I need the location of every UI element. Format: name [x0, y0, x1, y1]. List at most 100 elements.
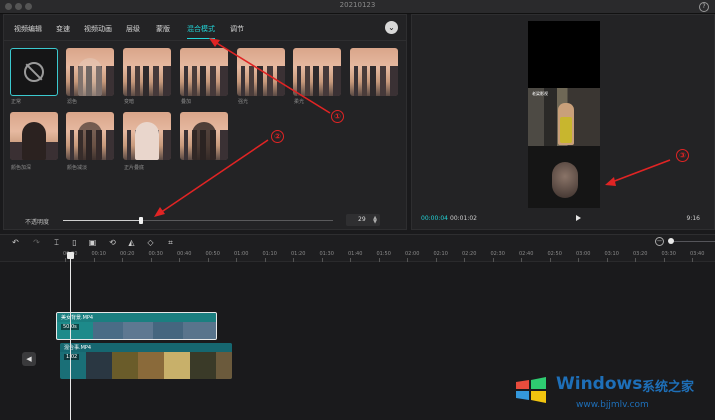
- watermark-brand-cn: 系统之家: [642, 380, 695, 395]
- ruler-tick: [236, 258, 237, 262]
- watermark-brand: Windows: [556, 374, 643, 394]
- window-title: 20210123: [339, 1, 376, 9]
- tab-layer[interactable]: 层级: [126, 24, 140, 34]
- windows-logo-icon: [516, 377, 546, 403]
- ruler-tick-label: 02:50: [547, 251, 562, 257]
- player-panel: 老梁影视 00:00:04 00:01:02 9:16: [411, 14, 715, 230]
- blend-softlight-tile[interactable]: [293, 48, 341, 96]
- undo-icon[interactable]: ↶: [11, 238, 20, 247]
- ruler-tick-label: 01:50: [376, 251, 391, 257]
- ruler-tick-label: 03:00: [576, 251, 591, 257]
- freeze-icon[interactable]: ▣: [88, 238, 97, 247]
- delete-icon[interactable]: ▯: [70, 238, 79, 247]
- player-canvas[interactable]: 老梁影视: [528, 21, 600, 208]
- watermark: Windows 系统之家 www.bjjmlv.com: [512, 370, 712, 416]
- blend-extra2-tile[interactable]: [180, 112, 228, 160]
- zoom-out-icon[interactable]: −: [655, 237, 664, 246]
- play-icon[interactable]: [576, 215, 581, 221]
- ruler-tick: [122, 258, 123, 262]
- mirror-icon[interactable]: ◭: [127, 238, 136, 247]
- ruler-tick-label: 03:30: [661, 251, 676, 257]
- blend-darken-tile[interactable]: [123, 48, 171, 96]
- annotation-marker-2: ②: [271, 130, 284, 143]
- ruler-tick-label: 02:00: [405, 251, 420, 257]
- video-person: [558, 103, 574, 145]
- blend-hardlight-label: 强光: [238, 99, 249, 105]
- opacity-stepper-icon[interactable]: ▲ ▼: [373, 216, 377, 225]
- blend-hardlight-tile[interactable]: [237, 48, 285, 96]
- ruler-tick: [264, 258, 266, 262]
- ruler-tick-label: 03:20: [633, 251, 648, 257]
- timeline-toolbar: ↶ ↷ ⌶ ▯ ▣ ⟲ ◭ ◇ ⌗: [0, 234, 715, 250]
- main-clip[interactable]: 混合事.MP4 1:02: [60, 343, 232, 379]
- clip-thumbnail: [153, 322, 183, 339]
- blend-screen-label: 滤色: [67, 99, 78, 105]
- split-icon[interactable]: ⌶: [52, 238, 61, 247]
- mute-track-icon[interactable]: ◀︎: [22, 352, 36, 366]
- reverse-icon[interactable]: ⟲: [108, 238, 117, 247]
- video-background-face: [552, 162, 578, 198]
- blend-screen-tile[interactable]: [66, 48, 114, 96]
- playhead[interactable]: [70, 252, 71, 420]
- zoom-slider-thumb[interactable]: [668, 238, 674, 244]
- help-icon[interactable]: ?: [699, 2, 709, 12]
- clip-thumbnail: [86, 352, 112, 379]
- tab-mask[interactable]: 蒙版: [156, 24, 170, 34]
- aspect-ratio-button[interactable]: 9:16: [687, 215, 700, 222]
- ruler-tick-label: 01:10: [262, 251, 277, 257]
- clip-thumbnail: [112, 352, 138, 379]
- blend-multiply-label: 正片叠底: [124, 165, 145, 171]
- blend-colorburn-tile[interactable]: [10, 112, 58, 160]
- overlay-clip[interactable]: 美女背景.MP4 50.0s: [56, 312, 217, 340]
- total-time: 00:01:02: [450, 215, 477, 222]
- clip-thumbnail: [183, 322, 216, 339]
- tab-video-edit[interactable]: 视频编辑: [14, 24, 42, 34]
- blend-multiply-tile[interactable]: [123, 112, 171, 160]
- blend-colordodge-tile[interactable]: [66, 112, 114, 160]
- playhead-handle[interactable]: [67, 252, 74, 259]
- crop-icon[interactable]: ⌗: [166, 238, 175, 247]
- ruler-tick: [521, 258, 522, 262]
- chevron-down-icon[interactable]: ⌄: [385, 21, 398, 34]
- ruler-tick: [578, 258, 579, 262]
- clip-thumbnail: [138, 352, 164, 379]
- ruler-tick-label: 01:20: [291, 251, 306, 257]
- opacity-slider-thumb[interactable]: [139, 217, 144, 224]
- ruler-tick: [606, 258, 608, 262]
- ruler-tick: [378, 258, 380, 262]
- ruler-tick: [549, 258, 551, 262]
- ruler-tick: [663, 258, 665, 262]
- overlay-clip-title: 美女背景.MP4: [61, 315, 94, 321]
- rotate-icon[interactable]: ◇: [146, 238, 155, 247]
- ruler-tick: [492, 258, 494, 262]
- ruler-tick: [464, 258, 465, 262]
- ruler-tick: [207, 258, 209, 262]
- redo-icon[interactable]: ↷: [32, 238, 41, 247]
- blend-normal-tile[interactable]: [10, 48, 58, 96]
- timeline-ruler[interactable]: 00:0000:1000:2000:3000:4000:5001:0001:10…: [0, 250, 715, 262]
- ruler-tick-label: 02:20: [462, 251, 477, 257]
- opacity-value: 29: [358, 216, 366, 223]
- ruler-tick-label: 01:40: [348, 251, 363, 257]
- clip-thumbnail: [190, 352, 216, 379]
- ruler-tick-label: 00:10: [91, 251, 106, 257]
- current-time: 00:00:04: [421, 215, 448, 222]
- ruler-tick-label: 02:10: [433, 251, 448, 257]
- tab-adjust[interactable]: 调节: [230, 24, 244, 34]
- ruler-tick-label: 01:30: [319, 251, 334, 257]
- ruler-tick: [350, 258, 351, 262]
- opacity-input[interactable]: 29 ▲ ▼: [346, 214, 380, 226]
- zoom-slider-track[interactable]: [670, 241, 715, 242]
- ruler-tick: [692, 258, 693, 262]
- ruler-tick: [407, 258, 408, 262]
- ruler-tick: [435, 258, 437, 262]
- tab-blend-mode[interactable]: 混合模式: [187, 24, 215, 39]
- tab-video-animation[interactable]: 视频动画: [84, 24, 112, 34]
- tab-speed[interactable]: 变速: [56, 24, 70, 34]
- blend-colorburn-label: 颜色加深: [11, 165, 32, 171]
- blend-overlay-tile[interactable]: [180, 48, 228, 96]
- property-panel: 视频编辑 变速 视频动画 层级 蒙版 混合模式 调节 ⌄ 正常 滤色 变暗 叠加…: [3, 14, 407, 230]
- blend-extra-tile[interactable]: [350, 48, 398, 96]
- clip-thumbnail: [93, 322, 123, 339]
- ruler-tick-label: 03:40: [690, 251, 705, 257]
